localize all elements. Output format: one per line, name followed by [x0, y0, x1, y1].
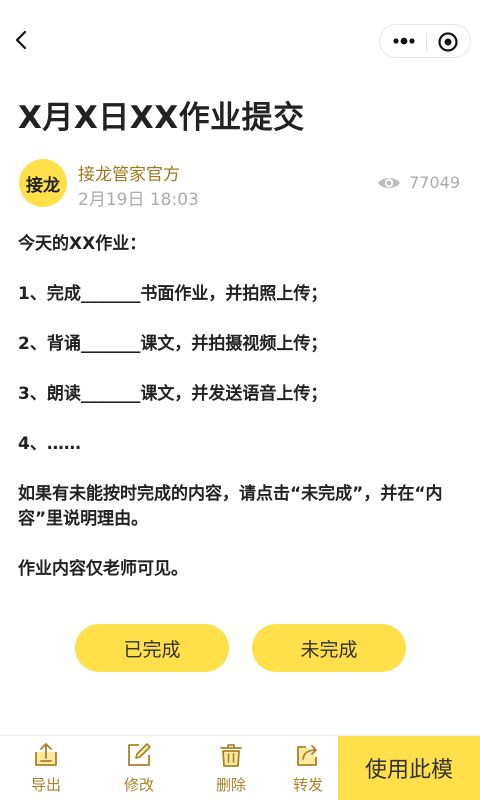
- bottom-toolbar: 导出 修改 删除 转发 使用此模: [0, 735, 480, 800]
- post-date: 2月19日 18:03: [78, 190, 199, 210]
- content-item: 2、背诵_______课文，并拍摄视频上传；: [18, 334, 328, 354]
- content-intro: 今天的XX作业：: [18, 234, 147, 254]
- author-name[interactable]: 接龙管家官方: [78, 160, 180, 185]
- share-label: 转发: [292, 776, 323, 794]
- delete-button[interactable]: 删除: [199, 736, 263, 800]
- chevron-left-icon[interactable]: [10, 28, 34, 52]
- view-count: 77049: [377, 173, 460, 192]
- author-avatar[interactable]: 接龙: [19, 159, 67, 207]
- content-note: 如果有未能按时完成的内容，请点击“未完成”，并在“内容”里说明理由。: [18, 484, 443, 529]
- content-visibility-note: 作业内容仅老师可见。: [18, 559, 188, 579]
- page-title: X月X日XX作业提交: [18, 100, 305, 136]
- undone-button[interactable]: 未完成: [252, 624, 406, 672]
- export-label: 导出: [30, 776, 61, 794]
- top-navigation-bar: [0, 0, 480, 80]
- target-icon[interactable]: [436, 30, 460, 54]
- edit-button[interactable]: 修改: [107, 736, 171, 800]
- edit-icon: [128, 743, 151, 766]
- export-icon: [35, 743, 57, 766]
- content-item: 4、……: [18, 434, 81, 454]
- done-button[interactable]: 已完成: [75, 624, 229, 672]
- edit-label: 修改: [123, 776, 154, 794]
- use-template-button[interactable]: 使用此模: [338, 736, 480, 800]
- view-count-number: 77049: [409, 173, 460, 192]
- share-button[interactable]: 转发: [276, 736, 340, 800]
- more-dots-icon[interactable]: [390, 31, 420, 51]
- eye-icon: [378, 177, 401, 188]
- trash-icon: [220, 744, 242, 767]
- share-icon: [297, 745, 317, 766]
- mini-program-capsule: [379, 24, 471, 58]
- export-button[interactable]: 导出: [14, 736, 78, 800]
- capsule-divider: [426, 33, 427, 51]
- delete-label: 删除: [215, 776, 246, 794]
- content-item: 3、朗读_______课文，并发送语音上传；: [18, 384, 328, 404]
- content-item: 1、完成_______书面作业，并拍照上传；: [18, 284, 328, 304]
